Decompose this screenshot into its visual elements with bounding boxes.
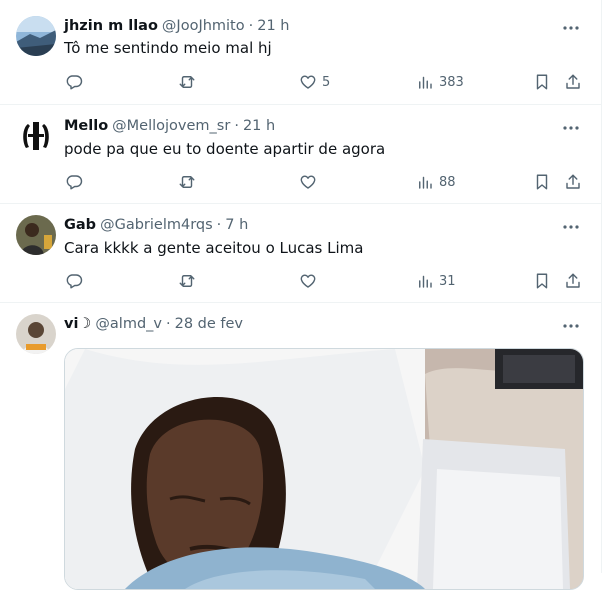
share-icon (566, 74, 580, 89)
separator-dot: · (166, 316, 171, 332)
share-icon (566, 273, 580, 288)
timeline-feed: jhzin m llao @JooJhmito · 21 h Tô me sen… (0, 0, 602, 590)
post-text: Cara kkkk a gente aceitou o Lucas Lima (64, 239, 364, 257)
repost-button[interactable] (178, 71, 196, 93)
views-button[interactable]: 383 (416, 71, 464, 93)
post[interactable]: jhzin m llao @JooJhmito · 21 h Tô me sen… (0, 0, 601, 105)
username[interactable]: @JooJhmito (162, 18, 245, 34)
views-button[interactable]: 31 (416, 270, 456, 292)
share-button[interactable] (564, 270, 582, 292)
avatar-image (16, 215, 56, 255)
timestamp[interactable]: 21 h (257, 18, 289, 34)
display-name[interactable]: jhzin m llao (64, 18, 158, 34)
repost-button[interactable] (178, 270, 196, 292)
reply-button[interactable] (65, 71, 83, 93)
heart-icon (300, 274, 316, 288)
views-button[interactable]: 88 (416, 171, 456, 193)
like-button[interactable] (299, 270, 317, 292)
post-text: pode pa que eu to doente apartir de agor… (64, 140, 386, 158)
post[interactable]: Mello @Mellojovem_sr · 21 h pode pa que … (0, 104, 601, 204)
bookmark-button[interactable] (533, 270, 551, 292)
username[interactable]: @Mellojovem_sr (112, 118, 230, 134)
view-count: 31 (439, 273, 456, 289)
repost-icon (179, 275, 195, 287)
reply-icon (66, 75, 83, 90)
more-dots-icon (563, 324, 579, 328)
more-options-button[interactable] (561, 118, 581, 138)
like-button[interactable]: 5 (299, 71, 330, 93)
more-options-button[interactable] (561, 18, 581, 38)
action-bar: 5 383 (56, 71, 591, 93)
reply-button[interactable] (65, 171, 83, 193)
post-media-image[interactable] (64, 348, 584, 590)
more-dots-icon (563, 225, 579, 229)
views-chart-icon (419, 275, 432, 288)
bookmark-icon (536, 273, 548, 289)
action-bar: 31 (56, 270, 591, 292)
repost-button[interactable] (178, 171, 196, 193)
timestamp[interactable]: 7 h (225, 217, 248, 233)
post[interactable]: Gab @Gabrielm4rqs · 7 h Cara kkkk a gent… (0, 203, 601, 303)
timestamp[interactable]: 21 h (243, 118, 275, 134)
separator-dot: · (216, 217, 222, 233)
avatar-image (16, 116, 56, 156)
separator-dot: · (234, 118, 239, 134)
reply-button[interactable] (65, 270, 83, 292)
bookmark-button[interactable] (533, 71, 551, 93)
avatar[interactable] (16, 314, 56, 354)
more-options-button[interactable] (561, 217, 581, 237)
avatar[interactable] (16, 16, 56, 56)
username[interactable]: @almd_v (95, 316, 162, 332)
avatar-image (16, 314, 56, 354)
bookmark-icon (536, 174, 548, 190)
more-options-button[interactable] (561, 316, 581, 336)
avatar-image (16, 16, 56, 56)
reply-icon (66, 274, 83, 289)
share-button[interactable] (564, 171, 582, 193)
username[interactable]: @Gabrielm4rqs (100, 217, 213, 233)
action-bar: 88 (56, 171, 591, 193)
avatar[interactable] (16, 215, 56, 255)
views-chart-icon (419, 76, 432, 89)
post-header: Gab @Gabrielm4rqs · 7 h (64, 215, 248, 235)
display-name[interactable]: Gab (64, 217, 96, 233)
display-name[interactable]: vi☽ (64, 316, 91, 332)
reply-icon (66, 175, 83, 190)
post-text: Tô me sentindo meio mal hj (64, 39, 272, 57)
hospital-bed-photo (65, 349, 583, 589)
post-header: Mello @Mellojovem_sr · 21 h (64, 116, 275, 136)
view-count: 88 (439, 174, 456, 190)
post-header: jhzin m llao @JooJhmito · 21 h (64, 16, 289, 36)
more-dots-icon (563, 26, 579, 30)
bookmark-button[interactable] (533, 171, 551, 193)
avatar[interactable] (16, 116, 56, 156)
post-header: vi☽ @almd_v · 28 de fev (64, 314, 243, 334)
heart-icon (300, 175, 316, 189)
view-count: 383 (439, 74, 464, 90)
display-name[interactable]: Mello (64, 118, 108, 134)
timestamp[interactable]: 28 de fev (175, 316, 243, 332)
views-chart-icon (419, 176, 432, 189)
bookmark-icon (536, 74, 548, 90)
share-icon (566, 174, 580, 189)
like-button[interactable] (299, 171, 317, 193)
heart-icon (300, 75, 316, 89)
share-button[interactable] (564, 71, 582, 93)
separator-dot: · (248, 18, 254, 34)
repost-icon (179, 76, 195, 88)
repost-icon (179, 176, 195, 188)
more-dots-icon (563, 126, 579, 130)
like-count: 5 (322, 74, 331, 90)
